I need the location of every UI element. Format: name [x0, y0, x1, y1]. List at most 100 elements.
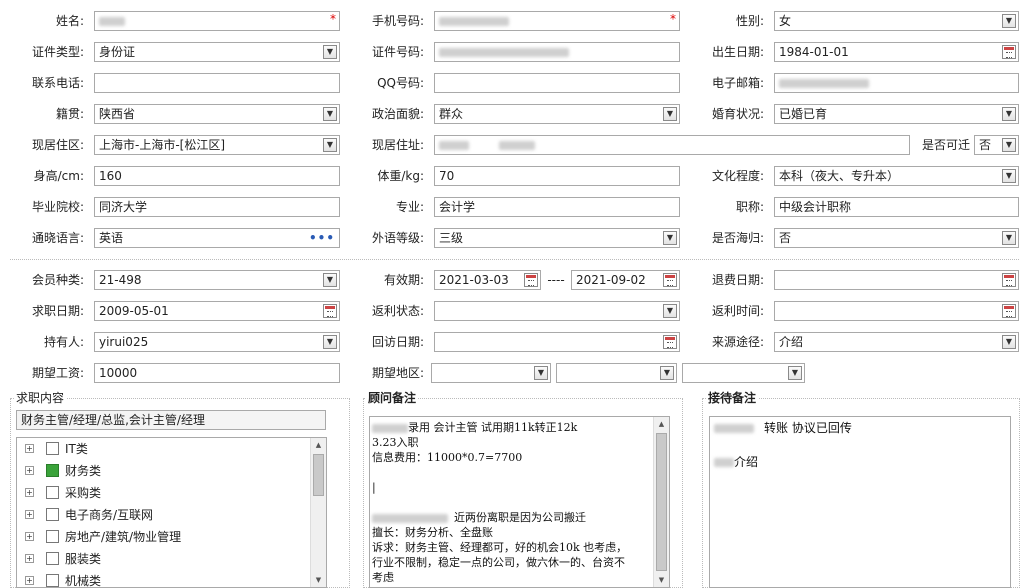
- checkbox-checked[interactable]: [46, 464, 59, 477]
- height-field[interactable]: 160: [94, 166, 340, 186]
- address-field[interactable]: [434, 135, 910, 155]
- more-button[interactable]: •••: [309, 229, 335, 247]
- scrollbar[interactable]: ▲ ▼: [310, 438, 326, 587]
- region-district-select[interactable]: ▼: [682, 363, 805, 383]
- chevron-down-icon[interactable]: ▼: [323, 273, 337, 287]
- consultant-notes-title: 顾问备注: [366, 390, 419, 406]
- chevron-down-icon[interactable]: ▼: [1002, 335, 1016, 349]
- consultant-notes-textarea[interactable]: 录用 会计主管 试用期11k转正12k 3.23入职 信息费用：11000*0.…: [369, 416, 670, 588]
- expand-icon[interactable]: +: [25, 488, 34, 497]
- mobile-field[interactable]: *: [434, 11, 680, 31]
- marital-select[interactable]: 已婚已育 ▼: [774, 104, 1019, 124]
- holder-select[interactable]: yirui025 ▼: [94, 332, 340, 352]
- weight-field[interactable]: 70: [434, 166, 680, 186]
- name-label: 姓名:: [55, 14, 84, 28]
- scrollbar[interactable]: ▲ ▼: [653, 417, 669, 587]
- chevron-down-icon[interactable]: ▼: [534, 366, 548, 380]
- member-type-select[interactable]: 21-498 ▼: [94, 270, 340, 290]
- phone-field[interactable]: [94, 73, 340, 93]
- education-select[interactable]: 本科（夜大、专升本） ▼: [774, 166, 1019, 186]
- chevron-down-icon[interactable]: ▼: [660, 366, 674, 380]
- expand-icon[interactable]: +: [25, 532, 34, 541]
- job-category-tree[interactable]: + IT类 + 财务类 + 采购类 + 电子商务/互联网 + 房地产/建筑/物业…: [16, 437, 327, 588]
- calendar-icon[interactable]: [1002, 273, 1016, 287]
- job-content-selected[interactable]: 财务主管/经理/总监,会计主管/经理: [16, 410, 326, 430]
- checkbox[interactable]: [46, 486, 59, 499]
- qq-field[interactable]: [434, 73, 680, 93]
- expand-icon[interactable]: +: [25, 466, 34, 475]
- id-number-field[interactable]: [434, 42, 680, 62]
- language-field[interactable]: 英语 •••: [94, 228, 340, 248]
- chevron-down-icon[interactable]: ▼: [323, 335, 337, 349]
- chevron-down-icon[interactable]: ▼: [1002, 169, 1016, 183]
- calendar-icon[interactable]: [1002, 304, 1016, 318]
- title-field[interactable]: 中级会计职称: [774, 197, 1019, 217]
- calendar-icon[interactable]: [663, 273, 677, 287]
- school-field[interactable]: 同济大学: [94, 197, 340, 217]
- expand-icon[interactable]: +: [25, 444, 34, 453]
- birth-date-field[interactable]: 1984-01-01: [774, 42, 1019, 62]
- source-select[interactable]: 介绍 ▼: [774, 332, 1019, 352]
- major-field[interactable]: 会计学: [434, 197, 680, 217]
- foreign-level-select[interactable]: 三级 ▼: [434, 228, 680, 248]
- note-line: 考虑: [372, 571, 394, 584]
- email-field[interactable]: [774, 73, 1019, 93]
- region-province-select[interactable]: ▼: [431, 363, 551, 383]
- scroll-down-icon[interactable]: ▼: [654, 573, 669, 587]
- checkbox[interactable]: [46, 442, 59, 455]
- tree-node-label: 房地产/建筑/物业管理: [65, 530, 182, 544]
- validity-end-field[interactable]: 2021-09-02: [571, 270, 680, 290]
- name-field[interactable]: *: [94, 11, 340, 31]
- rebate-status-select[interactable]: ▼: [434, 301, 680, 321]
- political-select[interactable]: 群众 ▼: [434, 104, 680, 124]
- expand-icon[interactable]: +: [25, 554, 34, 563]
- region-city-select[interactable]: ▼: [556, 363, 677, 383]
- chevron-down-icon[interactable]: ▼: [1002, 138, 1016, 152]
- chevron-down-icon[interactable]: ▼: [1002, 231, 1016, 245]
- scroll-thumb[interactable]: [656, 433, 667, 571]
- relocate-select[interactable]: 否 ▼: [974, 135, 1019, 155]
- gender-select[interactable]: 女 ▼: [774, 11, 1019, 31]
- rebate-time-label: 返利时间:: [711, 304, 764, 318]
- salary-field[interactable]: 10000: [94, 363, 340, 383]
- checkbox[interactable]: [46, 574, 59, 587]
- scroll-down-icon[interactable]: ▼: [311, 573, 326, 587]
- chevron-down-icon[interactable]: ▼: [663, 304, 677, 318]
- checkbox[interactable]: [46, 508, 59, 521]
- education-label: 文化程度:: [711, 169, 764, 183]
- calendar-icon[interactable]: [524, 273, 538, 287]
- validity-start-field[interactable]: 2021-03-03: [434, 270, 541, 290]
- residence-select[interactable]: 上海市-上海市-[松江区] ▼: [94, 135, 340, 155]
- checkbox[interactable]: [46, 530, 59, 543]
- refund-date-field[interactable]: [774, 270, 1019, 290]
- scroll-up-icon[interactable]: ▲: [654, 417, 669, 431]
- scroll-up-icon[interactable]: ▲: [311, 438, 326, 452]
- id-type-select[interactable]: 身份证 ▼: [94, 42, 340, 62]
- visit-date-field[interactable]: [434, 332, 680, 352]
- calendar-icon[interactable]: [1002, 45, 1016, 59]
- overseas-select[interactable]: 否 ▼: [774, 228, 1019, 248]
- expand-icon[interactable]: +: [25, 576, 34, 585]
- calendar-icon[interactable]: [663, 335, 677, 349]
- reception-notes-textarea[interactable]: 转账 协议已回传 介绍: [709, 416, 1011, 588]
- chevron-down-icon[interactable]: ▼: [323, 45, 337, 59]
- holder-value: yirui025: [99, 335, 149, 349]
- chevron-down-icon[interactable]: ▼: [323, 107, 337, 121]
- scroll-thumb[interactable]: [313, 454, 324, 496]
- rebate-time-field[interactable]: [774, 301, 1019, 321]
- calendar-icon[interactable]: [323, 304, 337, 318]
- gender-label: 性别:: [735, 14, 764, 28]
- job-date-label: 求职日期:: [31, 304, 84, 318]
- relocate-label: 是否可迁: [921, 138, 970, 152]
- expand-icon[interactable]: +: [25, 510, 34, 519]
- job-date-field[interactable]: 2009-05-01: [94, 301, 340, 321]
- chevron-down-icon[interactable]: ▼: [1002, 14, 1016, 28]
- checkbox[interactable]: [46, 552, 59, 565]
- chevron-down-icon[interactable]: ▼: [323, 138, 337, 152]
- chevron-down-icon[interactable]: ▼: [1002, 107, 1016, 121]
- redacted-text: [372, 513, 448, 523]
- chevron-down-icon[interactable]: ▼: [788, 366, 802, 380]
- native-place-select[interactable]: 陕西省 ▼: [94, 104, 340, 124]
- chevron-down-icon[interactable]: ▼: [663, 231, 677, 245]
- chevron-down-icon[interactable]: ▼: [663, 107, 677, 121]
